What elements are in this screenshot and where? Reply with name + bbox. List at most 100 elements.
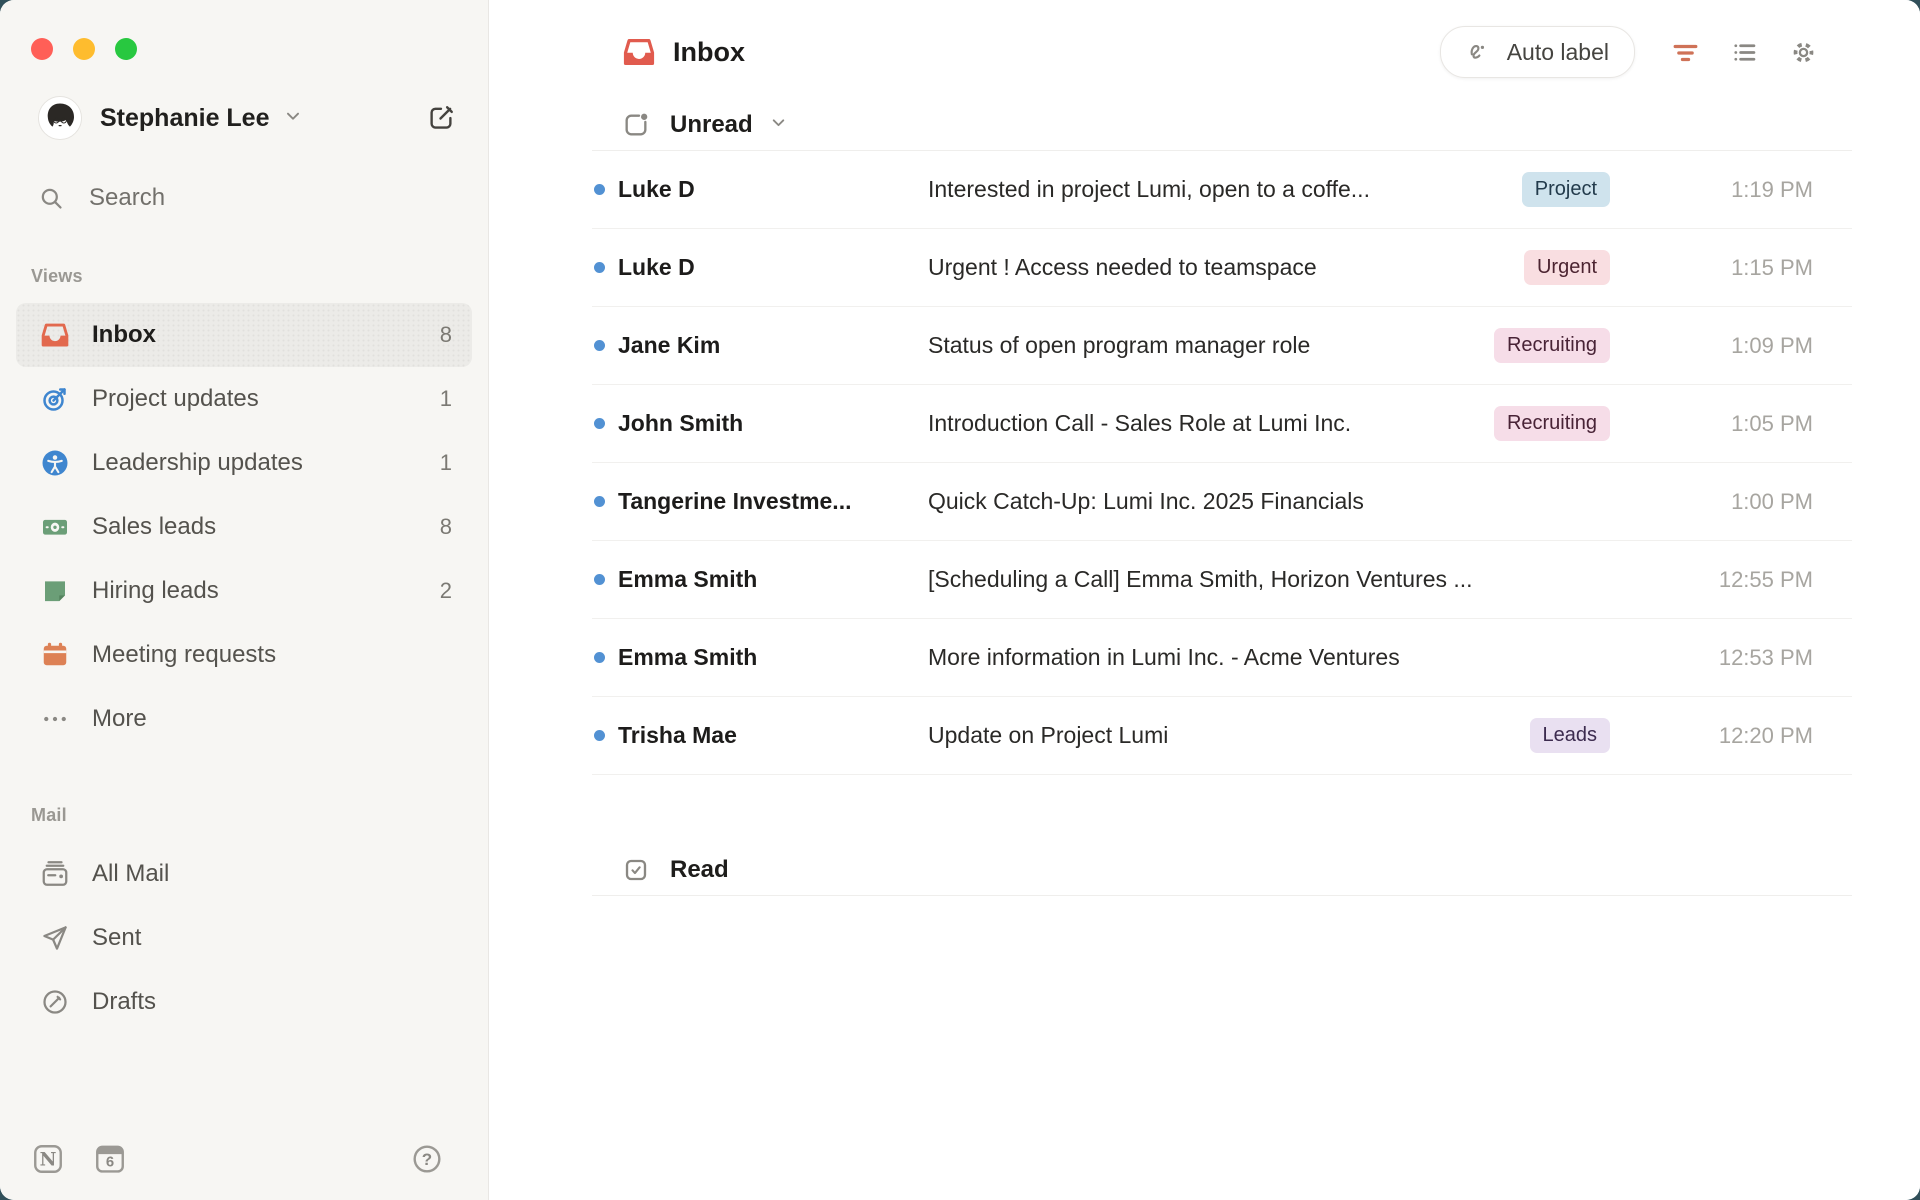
sidebar-footer: N 6 ? — [31, 1142, 444, 1176]
unread-dot — [594, 496, 605, 507]
gear-icon[interactable] — [1789, 38, 1818, 67]
mail-subject: Update on Project Lumi — [928, 722, 1530, 749]
mail-time: 1:19 PM — [1695, 177, 1813, 203]
unread-count: 1 — [440, 386, 452, 412]
zoom-window-button[interactable] — [115, 38, 137, 60]
mail-sender: Emma Smith — [618, 566, 928, 593]
views-section-label: Views — [31, 266, 488, 287]
mail-row[interactable]: Luke D Interested in project Lumi, open … — [592, 151, 1852, 229]
sidebar-item-hiring-leads[interactable]: Hiring leads 2 — [16, 559, 472, 623]
mail-time: 12:20 PM — [1695, 723, 1813, 749]
mail-row[interactable]: John Smith Introduction Call - Sales Rol… — [592, 385, 1852, 463]
unread-dot — [594, 184, 605, 195]
mail-time: 1:15 PM — [1695, 255, 1813, 281]
mail-row[interactable]: Tangerine Investme... Quick Catch-Up: Lu… — [592, 463, 1852, 541]
sidebar-item-label: All Mail — [92, 860, 169, 888]
mail-sender: Trisha Mae — [618, 722, 928, 749]
sidebar-item-meeting-requests[interactable]: Meeting requests — [16, 623, 472, 687]
read-section-label: Read — [670, 856, 729, 884]
sidebar-item-inbox[interactable]: Inbox 8 — [16, 303, 472, 367]
unread-count: 2 — [440, 578, 452, 604]
auto-label-button[interactable]: Auto label — [1440, 26, 1635, 78]
mail-row[interactable]: Jane Kim Status of open program manager … — [592, 307, 1852, 385]
sidebar-item-label: More — [92, 705, 147, 733]
mail-time: 12:53 PM — [1695, 645, 1813, 671]
mail-subject: Interested in project Lumi, open to a co… — [928, 176, 1522, 203]
search-input[interactable]: Search — [38, 184, 488, 212]
mail-subject: More information in Lumi Inc. - Acme Ven… — [928, 644, 1610, 671]
unread-dot — [594, 574, 605, 585]
sidebar-item-sent[interactable]: Sent — [16, 906, 472, 970]
help-icon[interactable]: ? — [410, 1142, 444, 1176]
calendar-icon — [40, 640, 70, 670]
sidebar-item-more[interactable]: More — [16, 687, 472, 751]
person-circle-icon — [40, 448, 70, 478]
notion-app-icon[interactable]: N — [31, 1142, 65, 1176]
chevron-down-icon — [282, 105, 304, 132]
sidebar-item-leadership-updates[interactable]: Leadership updates 1 — [16, 431, 472, 495]
sidebar: Stephanie Lee Search Views — [0, 0, 489, 1200]
mail-time: 12:55 PM — [1695, 567, 1813, 593]
sidebar-item-project-updates[interactable]: Project updates 1 — [16, 367, 472, 431]
mail-sender: Luke D — [618, 176, 928, 203]
svg-text:?: ? — [422, 1150, 432, 1169]
compose-icon[interactable] — [426, 103, 456, 133]
sidebar-item-all-mail[interactable]: All Mail — [16, 842, 472, 906]
mail-nav: All Mail Sent — [0, 842, 488, 1034]
target-icon — [40, 384, 70, 414]
unread-dot — [594, 418, 605, 429]
unread-dot — [594, 652, 605, 663]
list-view-icon[interactable] — [1730, 38, 1759, 67]
app-window: Stephanie Lee Search Views — [0, 0, 1920, 1200]
page-title: Inbox — [673, 37, 745, 68]
calendar-app-icon[interactable]: 6 — [93, 1142, 127, 1176]
search-icon — [38, 185, 65, 212]
read-section-header[interactable]: Read — [592, 845, 1852, 896]
mail-row[interactable]: Emma Smith More information in Lumi Inc.… — [592, 619, 1852, 697]
unread-section-header[interactable]: Unread — [592, 100, 1852, 151]
unread-count: 8 — [440, 322, 452, 348]
inbox-tray-icon — [40, 320, 70, 350]
sidebar-item-label: Project updates — [92, 385, 259, 413]
mail-subject: Urgent ! Access needed to teamspace — [928, 254, 1524, 281]
auto-label-squiggle-icon — [1466, 39, 1493, 66]
auto-label-text: Auto label — [1507, 39, 1609, 66]
label-badge: Project — [1522, 172, 1610, 207]
unread-count: 8 — [440, 514, 452, 540]
ellipsis-icon — [40, 704, 70, 734]
sidebar-item-sales-leads[interactable]: Sales leads 8 — [16, 495, 472, 559]
mail-time: 1:00 PM — [1695, 489, 1813, 515]
main-panel: Inbox Auto label — [489, 0, 1920, 1200]
mail-row[interactable]: Emma Smith [Scheduling a Call] Emma Smit… — [592, 541, 1852, 619]
sidebar-item-label: Meeting requests — [92, 641, 276, 669]
mail-time: 1:05 PM — [1695, 411, 1813, 437]
mail-sender: John Smith — [618, 410, 928, 437]
mail-sender: Emma Smith — [618, 644, 928, 671]
mail-subject: [Scheduling a Call] Emma Smith, Horizon … — [928, 566, 1610, 593]
mail-stack-icon — [40, 859, 70, 889]
sidebar-item-label: Leadership updates — [92, 449, 303, 477]
mail-section-label: Mail — [31, 805, 488, 826]
read-checkbox-icon — [622, 856, 650, 884]
close-window-button[interactable] — [31, 38, 53, 60]
mail-time: 1:09 PM — [1695, 333, 1813, 359]
main-header: Inbox Auto label — [489, 0, 1920, 100]
sidebar-item-drafts[interactable]: Drafts — [16, 970, 472, 1034]
account-name: Stephanie Lee — [100, 104, 270, 133]
label-badge: Urgent — [1524, 250, 1610, 285]
mail-sender: Luke D — [618, 254, 928, 281]
mail-list: Unread Luke D Interested in project Lumi… — [592, 100, 1852, 896]
unread-status-icon — [622, 111, 650, 139]
mail-subject: Introduction Call - Sales Role at Lumi I… — [928, 410, 1494, 437]
mail-sender: Tangerine Investme... — [618, 488, 928, 515]
account-switcher[interactable]: Stephanie Lee — [38, 96, 456, 140]
minimize-window-button[interactable] — [73, 38, 95, 60]
unread-dot — [594, 340, 605, 351]
unread-section-label: Unread — [670, 111, 753, 139]
mail-row[interactable]: Luke D Urgent ! Access needed to teamspa… — [592, 229, 1852, 307]
mail-row[interactable]: Trisha Mae Update on Project Lumi Leads … — [592, 697, 1852, 775]
sidebar-item-label: Drafts — [92, 988, 156, 1016]
unread-dot — [594, 262, 605, 273]
filter-icon[interactable] — [1671, 38, 1700, 67]
svg-text:N: N — [40, 1150, 57, 1171]
